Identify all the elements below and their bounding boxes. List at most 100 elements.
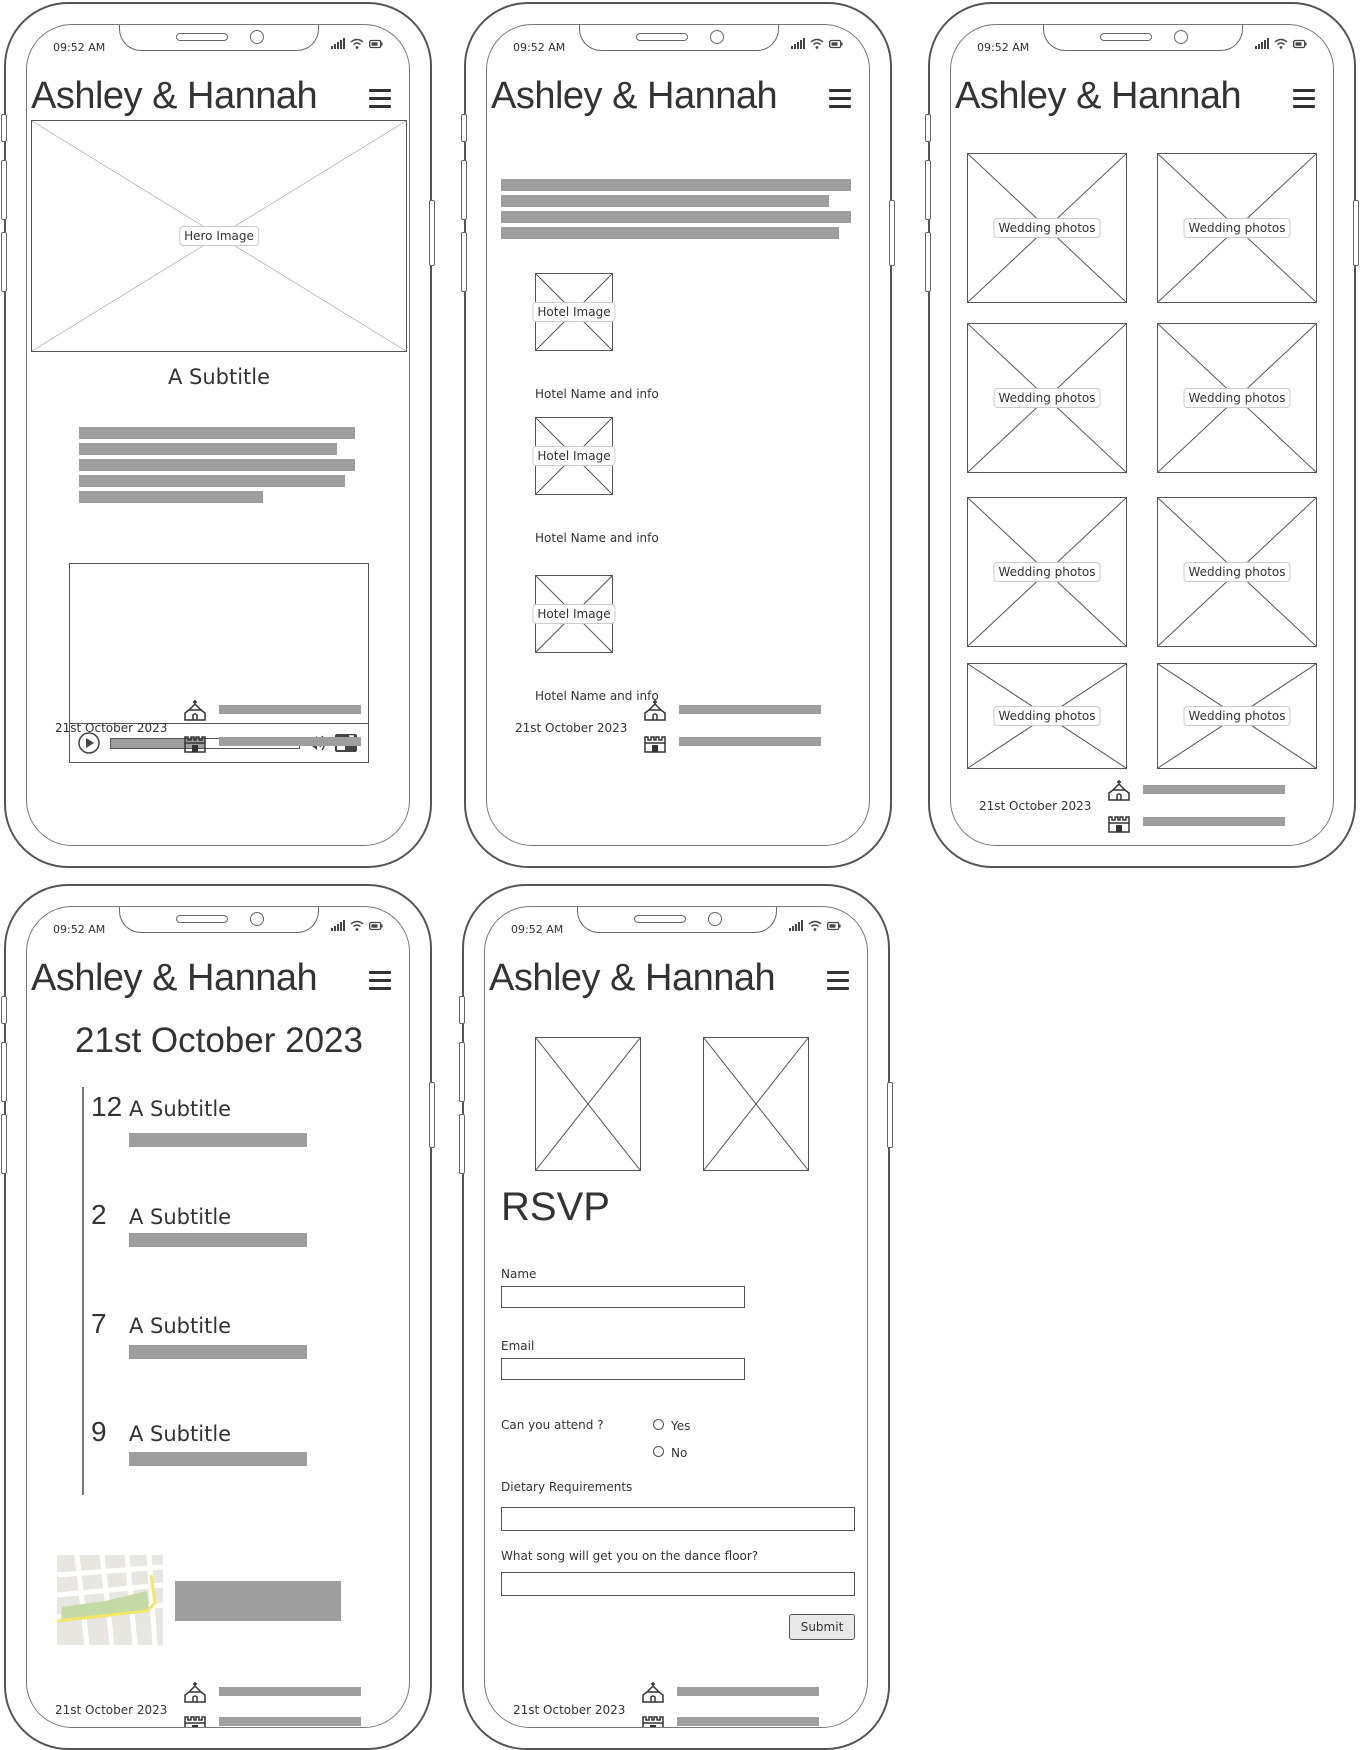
- side-button: [1, 232, 7, 292]
- attend-yes-radio[interactable]: [653, 1419, 664, 1430]
- side-button: [1, 1114, 7, 1174]
- hamburger-menu-icon[interactable]: [369, 971, 391, 995]
- camera: [708, 912, 722, 926]
- camera: [250, 912, 264, 926]
- text-line: [79, 491, 263, 503]
- battery-icon: [827, 921, 841, 931]
- footer-date: 21st October 2023: [515, 721, 628, 735]
- email-input[interactable]: [501, 1358, 745, 1380]
- submit-button[interactable]: Submit: [789, 1614, 855, 1640]
- text-line: [79, 427, 355, 439]
- side-button: [429, 200, 435, 266]
- church-icon: [642, 1682, 664, 1703]
- brand-title[interactable]: Ashley & Hannah: [31, 957, 318, 1000]
- map-thumbnail[interactable]: [57, 1555, 163, 1645]
- footer-line: [679, 705, 821, 714]
- footer-line: [219, 705, 361, 714]
- wedding-photo[interactable]: Wedding photos: [967, 153, 1127, 303]
- notch: [1043, 25, 1243, 51]
- side-button: [1, 114, 7, 142]
- wedding-photo[interactable]: Wedding photos: [1157, 323, 1317, 473]
- castle-icon: [184, 736, 206, 753]
- wedding-photo[interactable]: Wedding photos: [967, 497, 1127, 647]
- hamburger-menu-icon[interactable]: [827, 971, 849, 995]
- battery-icon: [1293, 39, 1307, 49]
- side-button: [1, 160, 7, 220]
- hotel-image: Hotel Image: [532, 273, 616, 351]
- screen: 09:52 AM Ashley & Hannah RSVP Name Email…: [484, 906, 868, 1728]
- attend-no-radio[interactable]: [653, 1446, 664, 1457]
- hotel-info: Hotel Name and info: [535, 387, 659, 401]
- wedding-photo-label: Wedding photos: [1183, 562, 1291, 582]
- castle-icon: [1108, 816, 1130, 833]
- castle-icon: [644, 736, 666, 753]
- wedding-photo-label: Wedding photos: [1183, 388, 1291, 408]
- attend-label: Can you attend ?: [501, 1418, 604, 1432]
- timeline-subtitle: A Subtitle: [129, 1422, 232, 1446]
- wedding-photo[interactable]: Wedding photos: [1157, 153, 1317, 303]
- text-line: [79, 475, 345, 487]
- hero-image: Hero Image: [31, 120, 407, 352]
- name-input[interactable]: [501, 1286, 745, 1308]
- text-line: [129, 1133, 307, 1147]
- rsvp-image: [535, 1037, 641, 1171]
- phone-gallery: 09:52 AM Ashley & Hannah Wedding photos …: [925, 2, 1359, 868]
- schedule-heading: 21st October 2023: [75, 1021, 363, 1060]
- status-icons: [331, 920, 383, 931]
- wifi-icon: [350, 38, 364, 49]
- hotel-image: Hotel Image: [532, 417, 616, 495]
- brand-title[interactable]: Ashley & Hannah: [955, 75, 1242, 118]
- brand-title[interactable]: Ashley & Hannah: [31, 75, 318, 118]
- text-line: [79, 459, 355, 471]
- song-input[interactable]: [501, 1572, 855, 1596]
- castle-icon: [184, 1716, 206, 1727]
- hotel-info: Hotel Name and info: [535, 689, 659, 703]
- church-icon: [1108, 780, 1130, 801]
- hamburger-menu-icon[interactable]: [369, 89, 391, 113]
- notch: [119, 25, 319, 51]
- brand-title[interactable]: Ashley & Hannah: [491, 75, 778, 118]
- text-line: [501, 195, 829, 207]
- text-line: [129, 1452, 307, 1466]
- side-button: [461, 232, 467, 292]
- dietary-input[interactable]: [501, 1507, 855, 1531]
- hamburger-menu-icon[interactable]: [829, 89, 851, 113]
- wedding-photo-label: Wedding photos: [993, 218, 1101, 238]
- text-line: [501, 211, 851, 223]
- play-icon[interactable]: [78, 732, 100, 754]
- wedding-photo-label: Wedding photos: [993, 562, 1101, 582]
- speaker: [176, 33, 228, 41]
- side-button: [1, 996, 7, 1024]
- wifi-icon: [808, 920, 822, 931]
- signal-icon: [791, 38, 805, 49]
- phone-rsvp: 09:52 AM Ashley & Hannah RSVP Name Email…: [459, 884, 893, 1750]
- hamburger-menu-icon[interactable]: [1293, 89, 1315, 113]
- side-button: [461, 160, 467, 220]
- text-line: [79, 443, 337, 455]
- speaker: [1100, 33, 1152, 41]
- screen: 09:52 AM Ashley & Hannah Hero Image A Su…: [26, 24, 410, 846]
- side-button: [459, 996, 465, 1024]
- side-button: [1, 1042, 7, 1102]
- status-icons: [791, 38, 843, 49]
- side-button: [925, 160, 931, 220]
- camera: [250, 30, 264, 44]
- wedding-photo-label: Wedding photos: [993, 706, 1101, 726]
- wedding-photo[interactable]: Wedding photos: [967, 663, 1127, 769]
- battery-icon: [369, 39, 383, 49]
- wedding-photo[interactable]: Wedding photos: [1157, 663, 1317, 769]
- battery-icon: [829, 39, 843, 49]
- notch: [119, 907, 319, 933]
- brand-title[interactable]: Ashley & Hannah: [489, 957, 776, 1000]
- wedding-photo[interactable]: Wedding photos: [967, 323, 1127, 473]
- wedding-photo[interactable]: Wedding photos: [1157, 497, 1317, 647]
- screen: 09:52 AM Ashley & Hannah Hotel Image Hot…: [486, 24, 870, 846]
- hotel-image: Hotel Image: [532, 575, 616, 653]
- battery-icon: [369, 921, 383, 931]
- footer-line: [219, 1687, 361, 1696]
- hotel-image-label: Hotel Image: [532, 604, 616, 624]
- church-icon: [644, 700, 666, 721]
- signal-icon: [1255, 38, 1269, 49]
- side-button: [887, 1082, 893, 1148]
- camera: [1174, 30, 1188, 44]
